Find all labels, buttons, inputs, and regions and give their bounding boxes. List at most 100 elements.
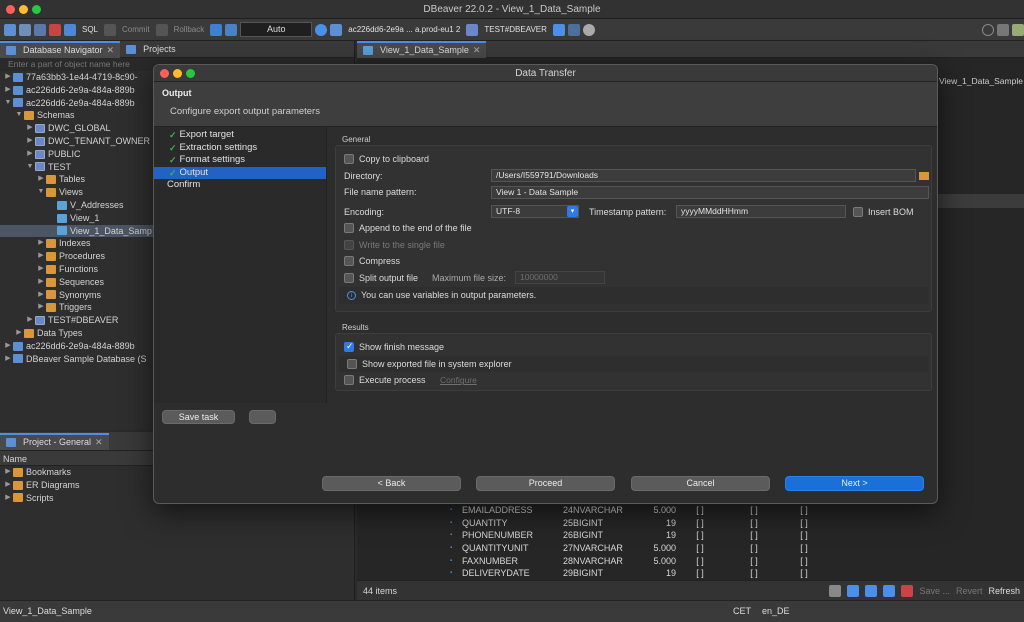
chevron-icon[interactable]: ▶ xyxy=(3,84,13,97)
append-checkbox[interactable] xyxy=(344,223,354,234)
finish-message-row[interactable]: Show finish message xyxy=(336,339,931,356)
rollback-button[interactable]: Rollback xyxy=(171,25,208,34)
dialog-minimize-button[interactable] xyxy=(173,69,182,78)
table-row[interactable]: ▪ FAXNUMBER 28 NVARCHAR 5.000 [ ] [ ] [ ] xyxy=(450,555,850,568)
refresh-connection-icon[interactable] xyxy=(34,23,46,36)
chevron-icon[interactable]: ▶ xyxy=(25,135,35,148)
close-window-button[interactable] xyxy=(6,5,15,14)
insert-bom-checkbox[interactable] xyxy=(853,206,863,217)
show-explorer-checkbox[interactable] xyxy=(347,358,357,369)
active-schema-selector[interactable]: TEST#DBEAVER xyxy=(481,25,550,34)
new-connection-icon[interactable] xyxy=(4,23,16,36)
chevron-icon[interactable]: ▶ xyxy=(36,289,46,302)
tab-database-navigator[interactable]: Database Navigator ✕ xyxy=(0,40,121,59)
chevron-icon[interactable]: ▶ xyxy=(14,327,24,340)
active-connection-selector[interactable]: ac226dd6-2e9a ... a.prod-eu1 2 xyxy=(345,25,463,34)
tab-project-general[interactable]: Project - General ✕ xyxy=(0,432,109,451)
refresh-button[interactable]: Refresh xyxy=(988,586,1024,596)
filter-icon[interactable] xyxy=(847,584,860,597)
chevron-icon[interactable]: ▼ xyxy=(36,186,46,199)
folder-icon[interactable] xyxy=(919,171,929,180)
close-icon[interactable]: ✕ xyxy=(107,42,115,59)
disconnect-icon[interactable] xyxy=(49,23,61,36)
rollback-icon[interactable] xyxy=(155,23,168,36)
commit-icon[interactable] xyxy=(104,23,117,36)
table-row[interactable]: ▪ DELIVERYDATE 29 BIGINT 19 [ ] [ ] [ ] xyxy=(450,567,850,580)
wizard-step[interactable]: ✓ Output xyxy=(154,166,326,179)
edit-icon[interactable] xyxy=(883,584,896,597)
chevron-icon[interactable]: ▶ xyxy=(36,301,46,314)
lock-icon[interactable] xyxy=(225,23,238,36)
commit-button[interactable]: Commit xyxy=(119,25,153,34)
chevron-icon[interactable]: ▶ xyxy=(36,237,46,250)
wizard-step[interactable]: ✓ Export target xyxy=(154,129,326,142)
sql-editor-icon[interactable] xyxy=(64,23,76,36)
chevron-icon[interactable]: ▶ xyxy=(36,250,46,263)
search-icon[interactable] xyxy=(982,23,994,36)
revert-button[interactable]: Revert xyxy=(956,586,983,596)
chevron-icon[interactable]: ▶ xyxy=(3,340,13,353)
save-button[interactable]: Save ... xyxy=(919,586,950,596)
execute-process-checkbox[interactable] xyxy=(344,375,354,386)
chevron-icon[interactable]: ▼ xyxy=(3,97,13,110)
table-row[interactable]: ▪ QUANTITYUNIT 27 NVARCHAR 5.000 [ ] [ ] [ ] xyxy=(450,542,850,555)
chevron-icon[interactable]: ▶ xyxy=(25,148,35,161)
dialog-close-button[interactable] xyxy=(160,69,169,78)
chevron-icon[interactable]: ▶ xyxy=(3,71,13,84)
cloud-icon[interactable] xyxy=(552,23,565,36)
table-row[interactable]: ▪ QUANTITY 25 BIGINT 19 [ ] [ ] [ ] xyxy=(450,517,850,530)
chevron-icon[interactable]: ▶ xyxy=(36,263,46,276)
wizard-step[interactable]: Confirm xyxy=(154,179,326,192)
connect-icon[interactable] xyxy=(19,23,31,36)
chevron-icon[interactable]: ▶ xyxy=(3,492,13,505)
compress-row[interactable]: Compress xyxy=(336,253,931,270)
wizard-step[interactable]: ✓ Extraction settings xyxy=(154,142,326,155)
back-button[interactable]: < Back xyxy=(322,476,461,491)
save-task-button[interactable]: Save task xyxy=(162,410,235,424)
chevron-down-icon[interactable]: ▾ xyxy=(567,206,578,218)
tab-projects[interactable]: Projects xyxy=(120,41,182,58)
chevron-icon[interactable]: ▶ xyxy=(36,173,46,186)
chevron-icon[interactable]: ▶ xyxy=(3,353,13,366)
encoding-select[interactable]: UTF-8 xyxy=(491,205,579,219)
clock-icon[interactable] xyxy=(315,23,328,36)
table-row[interactable]: ▪ PHONENUMBER 26 BIGINT 19 [ ] [ ] [ ] xyxy=(450,529,850,542)
minimize-window-button[interactable] xyxy=(19,5,28,14)
show-explorer-row[interactable]: Show exported file in system explorer xyxy=(339,355,928,372)
transaction-mode-field[interactable]: Auto xyxy=(240,22,313,37)
delete-icon[interactable] xyxy=(901,584,914,597)
proceed-button[interactable]: Proceed xyxy=(476,476,615,491)
split-checkbox[interactable] xyxy=(344,272,354,283)
chevron-icon[interactable]: ▶ xyxy=(36,276,46,289)
chevron-icon[interactable]: ▶ xyxy=(3,479,13,492)
sql-button[interactable]: SQL xyxy=(79,25,101,34)
cancel-button[interactable]: Cancel xyxy=(631,476,770,491)
chevron-icon[interactable]: ▼ xyxy=(25,161,35,174)
tab-view-1-data-sample[interactable]: View_1_Data_Sample ✕ xyxy=(357,40,487,59)
file-name-pattern-input[interactable]: View 1 - Data Sample xyxy=(491,185,929,199)
database-perspective-icon[interactable] xyxy=(1012,23,1024,36)
task-options-button[interactable] xyxy=(249,410,276,424)
close-icon[interactable]: ✕ xyxy=(95,434,103,451)
next-button[interactable]: Next > xyxy=(785,476,924,491)
search-icon[interactable] xyxy=(829,584,842,597)
search-toolbar-icon[interactable] xyxy=(582,23,595,36)
chevron-icon[interactable]: ▼ xyxy=(14,109,24,122)
chevron-icon[interactable]: ▶ xyxy=(3,466,13,479)
copy-clipboard-row[interactable]: Copy to clipboard xyxy=(336,151,931,168)
perspective-icon[interactable] xyxy=(997,23,1009,36)
dialog-zoom-button[interactable] xyxy=(186,69,195,78)
append-row[interactable]: Append to the end of the file xyxy=(336,220,931,237)
close-icon[interactable]: ✕ xyxy=(473,42,481,59)
monitor-icon[interactable] xyxy=(567,23,580,36)
chevron-icon[interactable]: ▶ xyxy=(25,122,35,135)
copy-clipboard-checkbox[interactable] xyxy=(344,154,354,165)
directory-input[interactable]: /Users/I559791/Downloads xyxy=(491,169,916,183)
settings-icon[interactable] xyxy=(865,584,878,597)
chevron-icon[interactable]: ▶ xyxy=(25,314,35,327)
wizard-step[interactable]: ✓ Format settings xyxy=(154,154,326,167)
compress-checkbox[interactable] xyxy=(344,256,354,267)
transaction-mode-icon[interactable] xyxy=(210,23,223,36)
zoom-window-button[interactable] xyxy=(32,5,41,14)
table-row[interactable]: ▪ EMAILADDRESS 24 NVARCHAR 5.000 [ ] [ ] [ ] xyxy=(450,504,850,517)
